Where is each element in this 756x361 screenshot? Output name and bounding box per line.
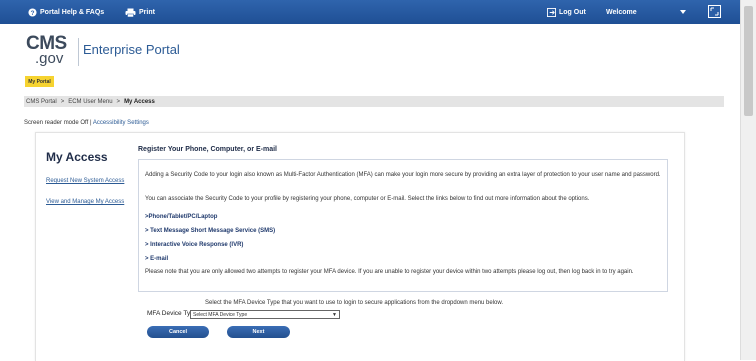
logo-gov: .gov — [35, 50, 64, 67]
sidebar-title: My Access — [46, 150, 108, 164]
resize-icon — [710, 7, 719, 16]
printer-icon — [125, 8, 136, 17]
breadcrumb-ecm-user-menu[interactable]: ECM User Menu — [68, 99, 112, 105]
sms-option-label: Text Message Short Message Service (SMS) — [150, 228, 276, 234]
welcome-label: Welcome — [606, 8, 637, 16]
cms-logo: CMS .gov — [26, 34, 67, 67]
view-manage-access-link[interactable]: View and Manage My Access — [46, 199, 126, 206]
accessibility-links: Screen reader mode Off | Accessibility S… — [24, 120, 149, 126]
ivr-option-label: Interactive Voice Response (IVR) — [150, 242, 244, 248]
attempts-note: Please note that you are only allowed tw… — [145, 269, 634, 275]
accessibility-separator: | — [89, 120, 92, 126]
vertical-scrollbar[interactable] — [740, 0, 756, 360]
portal-help-link[interactable]: ? Portal Help & FAQs — [28, 0, 104, 24]
sms-option[interactable]: > Text Message Short Message Service (SM… — [145, 228, 275, 234]
logout-link[interactable]: Log Out — [547, 0, 586, 24]
portal-help-label: Portal Help & FAQs — [40, 8, 105, 16]
email-option[interactable]: > E-mail — [145, 256, 168, 262]
device-type-select[interactable]: Select MFA Device Type ▼ — [190, 310, 340, 319]
my-portal-tab[interactable]: My Portal — [25, 76, 54, 87]
device-type-select-value: Select MFA Device Type — [193, 311, 248, 318]
phone-tablet-option-label: Phone/Tablet/PC/Laptop — [148, 214, 218, 220]
logout-icon — [547, 7, 556, 17]
accessibility-settings-link[interactable]: Accessibility Settings — [93, 120, 149, 126]
request-new-access-link[interactable]: Request New System Access — [46, 178, 126, 185]
scrollbar-thumb[interactable] — [744, 6, 753, 116]
page-title: Register Your Phone, Computer, or E-mail — [138, 146, 277, 153]
device-instruction: Select the MFA Device Type that you want… — [205, 300, 504, 306]
breadcrumb-separator: > — [60, 98, 65, 105]
logo-divider — [78, 38, 79, 66]
breadcrumb-cms-portal[interactable]: CMS Portal — [26, 99, 57, 105]
email-option-label: E-mail — [150, 256, 169, 262]
print-link[interactable]: Print — [125, 0, 155, 24]
breadcrumb-current: My Access — [124, 98, 155, 105]
phone-tablet-option[interactable]: >Phone/Tablet/PC/Laptop — [145, 214, 217, 220]
screen-reader-mode-label[interactable]: Screen reader mode Off — [24, 120, 88, 126]
next-button[interactable]: Next — [227, 326, 290, 338]
portal-name: Enterprise Portal — [83, 42, 180, 57]
logout-label: Log Out — [559, 8, 586, 16]
associate-text: You can associate the Security Code to y… — [145, 196, 590, 202]
window-toggle-button[interactable] — [708, 5, 721, 18]
print-label: Print — [139, 8, 155, 16]
mfa-intro-text: Adding a Security Code to your login als… — [145, 172, 661, 178]
welcome-dropdown-icon[interactable] — [680, 0, 686, 24]
breadcrumb: CMS Portal > ECM User Menu > My Access — [24, 96, 724, 107]
chevron-down-icon: ▼ — [332, 312, 337, 318]
help-icon: ? — [28, 7, 37, 17]
ivr-option[interactable]: > Interactive Voice Response (IVR) — [145, 242, 243, 248]
cancel-button[interactable]: Cancel — [147, 326, 209, 338]
breadcrumb-separator: > — [116, 98, 121, 105]
top-bar: ? Portal Help & FAQs Print Log Out Welco… — [0, 0, 740, 24]
svg-text:?: ? — [31, 9, 35, 16]
